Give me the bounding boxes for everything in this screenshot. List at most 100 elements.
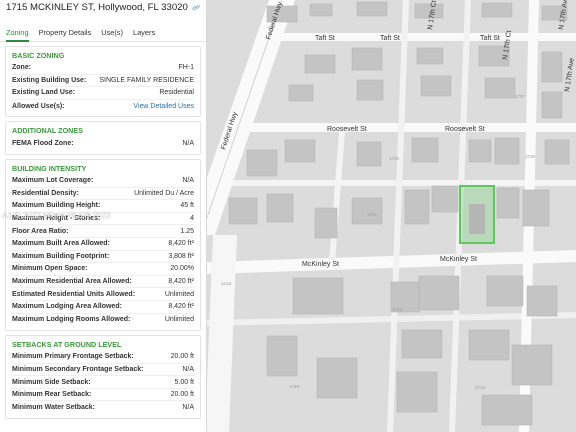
row-label: Estimated Residential Units Allowed: — [12, 290, 136, 298]
row-value: 4 — [190, 215, 194, 223]
existing-land-use-row: Existing Land Use: Residential — [12, 87, 194, 100]
label-taft-st: Taft St — [480, 35, 500, 42]
intensity-row: Floor Area Ratio: 1.25 — [12, 225, 194, 238]
section-title: ADDITIONAL ZONES — [12, 126, 83, 136]
row-label: Maximum Lodging Area Allowed: — [12, 303, 122, 311]
label-mckinley-st: McKinley St — [302, 261, 339, 268]
row-label: Minimum Open Space: — [12, 265, 88, 273]
lot-number: 1413 — [221, 281, 232, 286]
row-label: Maximum Building Height: — [12, 202, 101, 210]
road-alley — [207, 180, 576, 186]
lot-number: 1716 — [525, 154, 536, 159]
row-value: 20.00 ft — [170, 353, 194, 361]
lot-number: 1726 — [389, 156, 400, 161]
row-label: Minimum Side Setback: — [12, 378, 91, 386]
row-label: Maximum Lodging Rooms Allowed: — [12, 316, 131, 324]
row-label: Existing Building Use: — [12, 76, 87, 84]
row-value: N/A — [182, 177, 194, 185]
row-value: 3,808 ft² — [168, 252, 194, 260]
row-value: Unlimited — [164, 290, 194, 298]
section-title: SETBACKS AT GROUND LEVEL — [12, 340, 122, 350]
existing-building-use-row: Existing Building Use: SINGLE FAMILY RES… — [12, 75, 194, 88]
setback-row: Minimum Side Setback: 5.00 ft — [12, 376, 194, 389]
basic-zoning-card: BASIC ZONING Zone: FH-1 Existing Buildin… — [5, 46, 201, 118]
link-icon[interactable] — [192, 3, 200, 12]
setback-row: Minimum Secondary Frontage Setback: N/A — [12, 364, 194, 377]
setbacks-card: SETBACKS AT GROUND LEVEL Minimum Primary… — [5, 335, 201, 420]
fema-flood-zone-row: FEMA Flood Zone: N/A — [12, 137, 194, 150]
row-value: 5.00 ft — [174, 378, 194, 386]
intensity-row: Estimated Residential Units Allowed: Unli… — [12, 288, 194, 301]
lot-number: 1713 — [475, 385, 486, 390]
row-label: Allowed Use(s): — [12, 102, 65, 110]
label-taft-st: Taft St — [380, 35, 400, 42]
row-label: Floor Area Ratio: — [12, 227, 69, 235]
row-value: 1.25 — [180, 227, 194, 235]
lot-number: 1749 — [289, 384, 300, 389]
row-label: Maximum Residential Area Allowed: — [12, 278, 132, 286]
intensity-row: Maximum Built Area Allowed: 8,420 ft² — [12, 238, 194, 251]
building-intensity-card: BUILDING INTENSITY Maximum Lot Coverage:… — [5, 158, 201, 332]
row-label: Zone: — [12, 64, 32, 72]
row-value: Residential — [159, 89, 194, 97]
tab-layers[interactable]: Layers — [133, 24, 155, 42]
row-label: Maximum Lot Coverage: — [12, 177, 94, 185]
intensity-row: Maximum Lodging Rooms Allowed: Unlimited — [12, 314, 194, 327]
row-label: Minimum Water Setback: — [12, 404, 95, 412]
row-label: FEMA Flood Zone: — [12, 140, 74, 148]
row-label: Minimum Rear Setback: — [12, 391, 92, 399]
row-value: FH-1 — [178, 64, 194, 72]
row-value: N/A — [182, 140, 194, 148]
row-label: Residential Density: — [12, 189, 79, 197]
row-label: Minimum Primary Frontage Setback: — [12, 353, 134, 361]
map-canvas[interactable]: Federal Hwy Federal Hwy Taft St Taft St … — [207, 0, 576, 432]
tab-zoning[interactable]: Zoning — [6, 24, 29, 42]
additional-zones-card: ADDITIONAL ZONES FEMA Flood Zone: N/A — [5, 121, 201, 155]
row-label: Minimum Secondary Frontage Setback: — [12, 365, 144, 373]
row-value: Unlimited — [164, 316, 194, 324]
setback-row: Minimum Primary Frontage Setback: 20.00 f… — [12, 351, 194, 364]
row-value: 20.00% — [170, 265, 194, 273]
row-label: Existing Land Use: — [12, 89, 76, 97]
tab-bar: Zoning Property Details Use(s) Layers — [0, 24, 206, 42]
row-value: 45 ft — [180, 202, 194, 210]
intensity-row: Residential Density: Unlimited Du / Acre — [12, 188, 194, 201]
tab-uses[interactable]: Use(s) — [101, 24, 123, 42]
lot-number: 1721 — [367, 212, 378, 217]
tab-property-details[interactable]: Property Details — [39, 24, 92, 42]
label-roosevelt-st: Roosevelt St — [327, 126, 367, 133]
intensity-row: Maximum Residential Area Allowed: 8,420 f… — [12, 276, 194, 289]
row-label: Maximum Built Area Allowed: — [12, 240, 110, 248]
section-title: BUILDING INTENSITY — [12, 163, 87, 173]
label-taft-st: Taft St — [315, 35, 335, 42]
address-bar: 1715 MCKINLEY ST, Hollywood, FL 33020 — [0, 0, 206, 14]
row-value: SINGLE FAMILY RESIDENCE — [99, 76, 194, 84]
row-value: 8,420 ft² — [168, 240, 194, 248]
mls-watermark: A1 © 2023 Miami MLS® 2023 — [2, 211, 111, 220]
selected-building — [469, 204, 485, 234]
intensity-row: Maximum Lodging Area Allowed: 8,420 ft² — [12, 301, 194, 314]
label-mckinley-st: McKinley St — [440, 256, 477, 263]
intensity-row: Minimum Open Space: 20.00% — [12, 263, 194, 276]
label-roosevelt-st: Roosevelt St — [445, 126, 485, 133]
lot-number: 1724 — [392, 307, 403, 312]
intensity-row: Maximum Lot Coverage: N/A — [12, 175, 194, 188]
zone-row: Zone: FH-1 — [12, 62, 194, 75]
row-value: N/A — [182, 365, 194, 373]
row-value: 20.00 ft — [170, 391, 194, 399]
row-value: 8,420 ft² — [168, 278, 194, 286]
address-title: 1715 MCKINLEY ST, Hollywood, FL 33020 — [6, 2, 188, 13]
view-detailed-uses-link[interactable]: View Detailed Uses — [133, 103, 194, 110]
row-label: Maximum Building Footprint: — [12, 252, 110, 260]
setback-row: Minimum Rear Setback: 20.00 ft — [12, 389, 194, 402]
section-title: BASIC ZONING — [12, 51, 65, 60]
row-value: N/A — [182, 404, 194, 412]
panel-content: BASIC ZONING Zone: FH-1 Existing Buildin… — [0, 42, 206, 420]
lot-number: 1707 — [515, 94, 526, 99]
row-value: Unlimited Du / Acre — [134, 189, 194, 197]
intensity-row: Maximum Building Footprint: 3,808 ft² — [12, 251, 194, 264]
row-value: 8,420 ft² — [168, 303, 194, 311]
allowed-uses-row: Allowed Use(s): View Detailed Uses — [12, 100, 194, 113]
setback-row: Minimum Water Setback: N/A — [12, 401, 194, 414]
parcel-map[interactable]: Federal Hwy Federal Hwy Taft St Taft St … — [207, 0, 576, 432]
